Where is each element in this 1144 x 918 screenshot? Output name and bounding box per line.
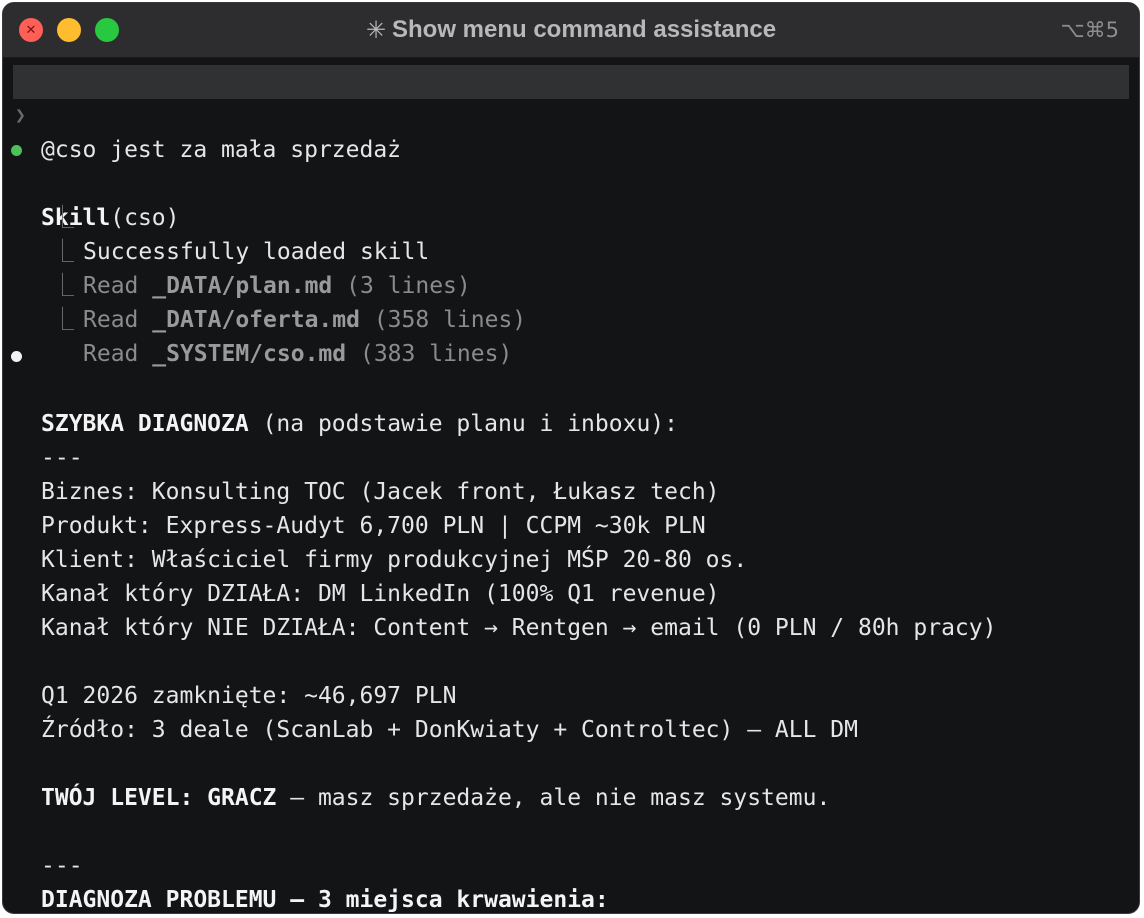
text-line: Kanał który NIE DZIAŁA: Content → Rentge… <box>3 577 1131 641</box>
level-label: TWÓJ LEVEL: GRACZ <box>41 785 277 811</box>
kanal-nie-dziala-text: Kanał który NIE DZIAŁA: Content → Rentge… <box>41 615 997 641</box>
text-line: Źródło: 3 deale (ScanLab + DonKwiaty + C… <box>3 679 1131 743</box>
user-prompt-line: ❯ @cso jest za mała sprzedaż <box>13 65 1129 163</box>
level-line: TWÓJ LEVEL: GRACZ — masz sprzedaże, ale … <box>3 747 1131 811</box>
skill-call-line: Skill(cso) <box>3 133 1131 231</box>
text-line: Kanał który DZIAŁA: DM LinkedIn (100% Q1… <box>3 543 1131 607</box>
read-line: ⎿ Read _DATA/oferta.md (358 lines) <box>3 235 1131 333</box>
read-line: ⎿ Read _DATA/plan.md (3 lines) <box>3 201 1131 299</box>
title-bar: ✕ ✳ Show menu command assistance ⌥⌘5 <box>3 3 1139 58</box>
read-path: _DATA/oferta.md <box>152 307 360 333</box>
window-title-text: Show menu command assistance <box>391 16 777 43</box>
message-dot-icon <box>11 351 22 362</box>
read-line: ⎿ Read _SYSTEM/cso.md (383 lines) <box>3 269 1131 367</box>
separator: --- <box>3 407 1131 471</box>
window-title: ✳ Show menu command assistance <box>3 3 1139 57</box>
text-line: Q1 2026 zamknięte: ~46,697 PLN <box>3 645 1131 709</box>
skill-loaded-line: ⎿ Successfully loaded skill <box>3 167 1131 265</box>
problem-heading-line: DIAGNOZA PROBLEMU — 3 miejsca krwawienia… <box>3 849 1131 913</box>
prompt-chevron-icon: ❯ <box>15 105 26 126</box>
read-count: (358 lines) <box>373 307 527 333</box>
problem-heading: DIAGNOZA PROBLEMU — 3 miejsca krwawienia… <box>41 887 609 913</box>
terminal-window: ✕ ✳ Show menu command assistance ⌥⌘5 ❯ @… <box>2 2 1140 914</box>
tree-branch-icon: ⎿ <box>51 307 74 333</box>
text-line: Klient: Właściciel firmy produkcyjnej MŚ… <box>3 509 1131 573</box>
terminal-content[interactable]: ❯ @cso jest za mała sprzedaż Skill(cso) … <box>3 57 1139 913</box>
text-line: Produkt: Express-Audyt 6,700 PLN | CCPM … <box>3 475 1131 539</box>
response-heading-line: SZYBKA DIAGNOZA (na podstawie planu i in… <box>3 339 1131 437</box>
sparkle-icon: ✳ <box>365 16 386 44</box>
text-line: Biznes: Konsulting TOC (Jacek front, Łuk… <box>3 441 1131 505</box>
keyboard-shortcut-label: ⌥⌘5 <box>1060 18 1119 42</box>
zrodlo-text: Źródło: 3 deale (ScanLab + DonKwiaty + C… <box>41 717 858 743</box>
read-verb: Read <box>83 307 139 333</box>
separator: --- <box>3 815 1131 879</box>
level-rest: — masz sprzedaże, ale nie masz systemu. <box>276 785 831 811</box>
success-dot-icon <box>11 145 22 156</box>
